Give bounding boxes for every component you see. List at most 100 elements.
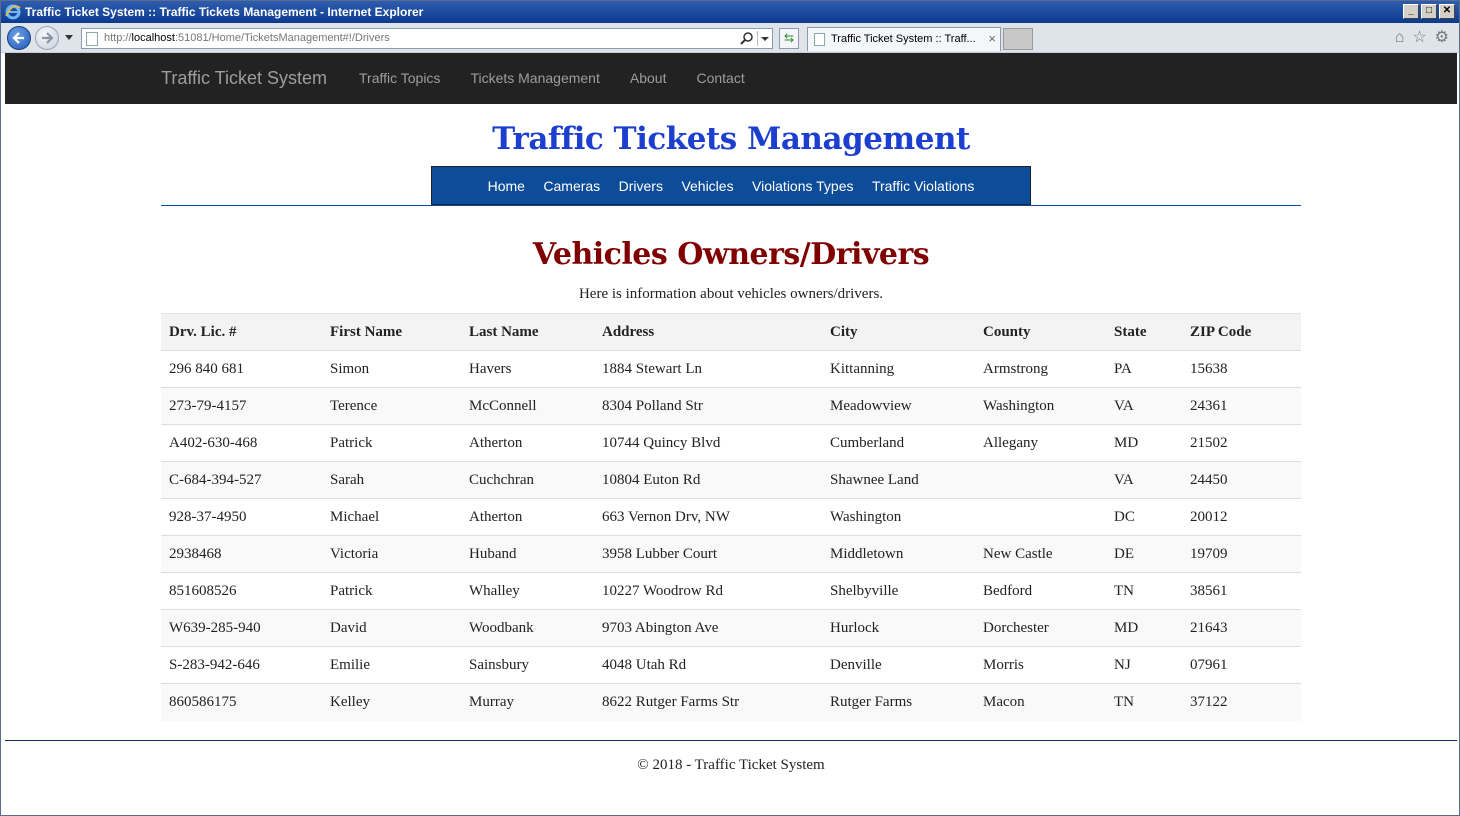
forward-button[interactable] <box>35 26 59 50</box>
table-cell: Terence <box>322 387 461 425</box>
address-dropdown-icon[interactable] <box>757 31 770 46</box>
table-cell: Bedford <box>975 572 1106 610</box>
table-cell: 21502 <box>1182 424 1301 462</box>
table-cell: 24450 <box>1182 461 1301 499</box>
table-cell: Rutger Farms <box>822 683 975 721</box>
page-viewport: Traffic Ticket System Traffic Topics Tic… <box>5 53 1457 813</box>
section-divider <box>161 205 1301 206</box>
table-cell: 2938468 <box>161 535 322 573</box>
table-cell: Patrick <box>322 424 461 462</box>
close-button[interactable]: ✕ <box>1439 4 1455 19</box>
table-row: 296 840 681 Simon Havers 1884 Stewart Ln Kit… <box>161 350 1301 388</box>
table-cell: PA <box>1106 350 1182 388</box>
table-row: 273-79-4157 Terence McConnell 8304 Polland … <box>161 387 1301 425</box>
column-header: First Name <box>322 313 461 351</box>
table-row: A402-630-468 Patrick Atherton 10744 Quincy … <box>161 424 1301 462</box>
window-titlebar: Traffic Ticket System :: Traffic Tickets… <box>1 1 1459 23</box>
table-cell: 37122 <box>1182 683 1301 721</box>
table-row: 860586175 Kelley Murray 8622 Rutger Farms S… <box>161 683 1301 721</box>
page-footer: © 2018 - Traffic Ticket System <box>637 757 825 773</box>
table-cell: 3958 Lubber Court <box>594 535 822 573</box>
history-dropdown-icon[interactable] <box>65 35 73 40</box>
table-cell: 21643 <box>1182 609 1301 647</box>
column-header: Drv. Lic. # <box>161 313 322 351</box>
table-row: W639-285-940 David Woodbank 9703 Abington A… <box>161 609 1301 647</box>
table-cell: Macon <box>975 683 1106 721</box>
table-cell: 663 Vernon Drv, NW <box>594 498 822 536</box>
browser-window: Traffic Ticket System :: Traffic Tickets… <box>0 0 1460 816</box>
section-link-home[interactable]: Home <box>488 178 525 194</box>
nav-link-tickets-management[interactable]: Tickets Management <box>470 70 599 86</box>
table-cell: Simon <box>322 350 461 388</box>
table-cell: A402-630-468 <box>161 424 322 462</box>
table-cell: VA <box>1106 461 1182 499</box>
toolbar-icons: ⌂ ☆ ⚙ <box>1395 30 1449 46</box>
table-cell: 296 840 681 <box>161 350 322 388</box>
nav-link-about[interactable]: About <box>630 70 667 86</box>
minimize-button[interactable]: _ <box>1403 4 1419 19</box>
table-row: 851608526 Patrick Whalley 10227 Woodrow Rd S… <box>161 572 1301 610</box>
window-controls: _ □ ✕ <box>1403 4 1455 19</box>
table-cell: 19709 <box>1182 535 1301 573</box>
table-cell: 10227 Woodrow Rd <box>594 572 822 610</box>
drivers-table: Drv. Lic. # First Name Last Name Address… <box>161 313 1301 721</box>
column-header: County <box>975 313 1106 351</box>
table-cell: Murray <box>461 683 594 721</box>
maximize-button[interactable]: □ <box>1421 4 1437 19</box>
table-cell: Cuchchran <box>461 461 594 499</box>
table-cell: Whalley <box>461 572 594 610</box>
table-cell: Emilie <box>322 646 461 684</box>
table-body: 296 840 681 Simon Havers 1884 Stewart Ln Kit… <box>161 350 1301 721</box>
navbar-links: Traffic Topics Tickets Management About … <box>359 70 775 86</box>
section-link-vehicles[interactable]: Vehicles <box>681 178 733 194</box>
favorites-star-icon[interactable]: ☆ <box>1412 30 1426 46</box>
table-cell: Sainsbury <box>461 646 594 684</box>
table-cell: Havers <box>461 350 594 388</box>
table-cell: MD <box>1106 609 1182 647</box>
column-header: ZIP Code <box>1182 313 1301 351</box>
internet-explorer-logo-icon <box>5 4 21 20</box>
table-header-row: Drv. Lic. # First Name Last Name Address… <box>161 313 1301 351</box>
table-cell: 860586175 <box>161 683 322 721</box>
back-icon <box>12 32 24 44</box>
table-row: S-283-942-646 Emilie Sainsbury 4048 Utah Rd… <box>161 646 1301 684</box>
table-cell: 1884 Stewart Ln <box>594 350 822 388</box>
table-cell: Michael <box>322 498 461 536</box>
table-cell: Morris <box>975 646 1106 684</box>
table-cell: 38561 <box>1182 572 1301 610</box>
table-cell: 24361 <box>1182 387 1301 425</box>
table-cell: 15638 <box>1182 350 1301 388</box>
table-cell: Atherton <box>461 498 594 536</box>
section-link-cameras[interactable]: Cameras <box>543 178 600 194</box>
search-icon[interactable] <box>740 31 754 45</box>
table-row: C-684-394-527 Sarah Cuchchran 10804 Euton R… <box>161 461 1301 499</box>
settings-gear-icon[interactable]: ⚙ <box>1435 30 1449 46</box>
table-cell: C-684-394-527 <box>161 461 322 499</box>
new-tab-button[interactable] <box>1003 28 1033 50</box>
table-cell: 4048 Utah Rd <box>594 646 822 684</box>
table-cell: TN <box>1106 683 1182 721</box>
column-header: Address <box>594 313 822 351</box>
nav-link-contact[interactable]: Contact <box>696 70 744 86</box>
home-icon[interactable]: ⌂ <box>1395 30 1405 46</box>
tab-close-icon[interactable]: × <box>988 31 996 46</box>
table-cell: Middletown <box>822 535 975 573</box>
page-heading: Vehicles Owners/Drivers <box>532 237 930 272</box>
address-url[interactable]: http://localhost:51081/Home/TicketsManag… <box>104 32 390 44</box>
table-cell: Cumberland <box>822 424 975 462</box>
refresh-icon[interactable]: ⇆ <box>779 28 799 49</box>
table-cell: Armstrong <box>975 350 1106 388</box>
browser-tab[interactable]: Traffic Ticket System :: Traff... × <box>807 27 1001 51</box>
address-bar[interactable]: http://localhost:51081/Home/TicketsManag… <box>81 28 773 49</box>
section-link-drivers[interactable]: Drivers <box>619 178 663 194</box>
table-cell: David <box>322 609 461 647</box>
table-cell: 928-37-4950 <box>161 498 322 536</box>
navbar-brand[interactable]: Traffic Ticket System <box>161 68 327 89</box>
nav-link-traffic-topics[interactable]: Traffic Topics <box>359 70 440 86</box>
window-title: Traffic Ticket System :: Traffic Tickets… <box>25 5 424 19</box>
table-cell: 9703 Abington Ave <box>594 609 822 647</box>
table-cell: Atherton <box>461 424 594 462</box>
back-button[interactable] <box>7 26 31 50</box>
section-link-traffic-violations[interactable]: Traffic Violations <box>872 178 974 194</box>
section-link-violations-types[interactable]: Violations Types <box>752 178 853 194</box>
